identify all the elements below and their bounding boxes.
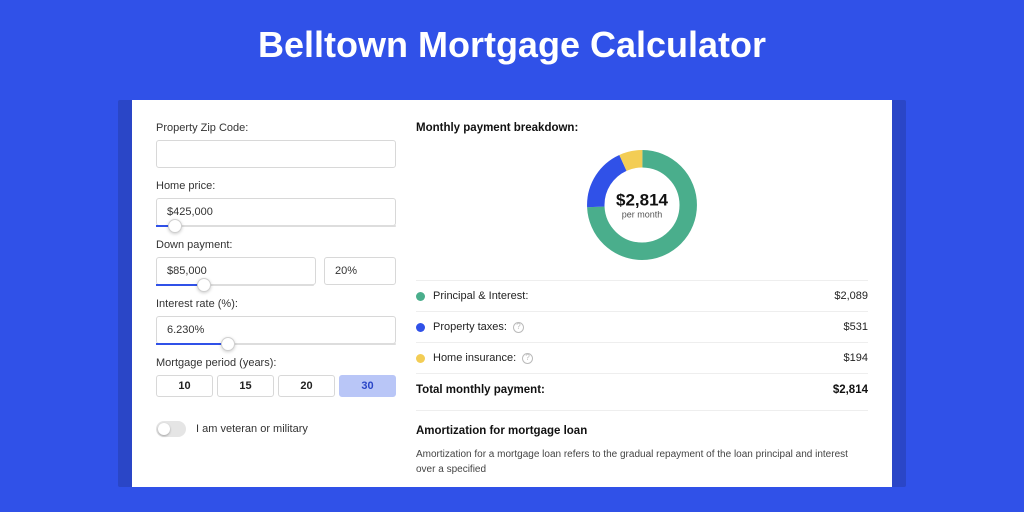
down-payment-field: Down payment:	[156, 239, 396, 286]
down-payment-pct-input[interactable]	[324, 257, 396, 285]
legend-text: Home insurance:	[433, 352, 516, 364]
legend-row-pi: Principal & Interest: $2,089	[416, 281, 868, 311]
home-price-label: Home price:	[156, 180, 396, 192]
donut-sub: per month	[616, 210, 668, 220]
interest-rate-field: Interest rate (%):	[156, 298, 396, 345]
home-price-input[interactable]	[156, 198, 396, 226]
info-icon[interactable]: ?	[522, 353, 533, 364]
dot-icon	[416, 292, 425, 301]
legend-row-tax: Property taxes: ? $531	[416, 312, 868, 342]
breakdown-heading: Monthly payment breakdown:	[416, 122, 868, 134]
period-option-15[interactable]: 15	[217, 375, 274, 397]
veteran-row: I am veteran or military	[156, 421, 396, 437]
total-row: Total monthly payment: $2,814	[416, 373, 868, 410]
legend-label-pi: Principal & Interest:	[433, 290, 834, 302]
interest-label: Interest rate (%):	[156, 298, 396, 310]
legend-value-pi: $2,089	[834, 290, 868, 302]
home-price-field: Home price:	[156, 180, 396, 227]
period-button-group: 10 15 20 30	[156, 375, 396, 397]
legend-text: Property taxes:	[433, 321, 507, 333]
legend-value-ins: $194	[844, 352, 868, 364]
interest-input[interactable]	[156, 316, 396, 344]
dot-icon	[416, 323, 425, 332]
dot-icon	[416, 354, 425, 363]
calculator-card: Property Zip Code: Home price: Down paym…	[132, 100, 892, 487]
period-option-20[interactable]: 20	[278, 375, 335, 397]
zip-field: Property Zip Code:	[156, 122, 396, 168]
legend-text: Principal & Interest:	[433, 290, 528, 302]
donut-chart: $2,814 per month	[581, 144, 703, 266]
slider-thumb-icon[interactable]	[197, 278, 211, 292]
info-icon[interactable]: ?	[513, 322, 524, 333]
legend-label-tax: Property taxes: ?	[433, 321, 844, 333]
down-payment-amount-input[interactable]	[156, 257, 316, 285]
amortization-text: Amortization for a mortgage loan refers …	[416, 447, 868, 477]
total-label: Total monthly payment:	[416, 384, 833, 396]
form-column: Property Zip Code: Home price: Down paym…	[156, 122, 396, 477]
period-label: Mortgage period (years):	[156, 357, 396, 369]
slider-thumb-icon[interactable]	[221, 337, 235, 351]
zip-input[interactable]	[156, 140, 396, 168]
slider-thumb-icon[interactable]	[168, 219, 182, 233]
down-payment-slider[interactable]	[156, 284, 314, 286]
total-value: $2,814	[833, 384, 868, 396]
card-backdrop: Property Zip Code: Home price: Down paym…	[118, 100, 906, 487]
down-payment-label: Down payment:	[156, 239, 396, 251]
donut-center: $2,814 per month	[616, 191, 668, 220]
veteran-toggle[interactable]	[156, 421, 186, 437]
interest-slider[interactable]	[156, 343, 396, 345]
legend-label-ins: Home insurance: ?	[433, 352, 844, 364]
amortization-heading: Amortization for mortgage loan	[416, 425, 868, 437]
donut-amount: $2,814	[616, 191, 668, 211]
legend-value-tax: $531	[844, 321, 868, 333]
donut-chart-wrap: $2,814 per month	[416, 144, 868, 266]
zip-label: Property Zip Code:	[156, 122, 396, 134]
breakdown-column: Monthly payment breakdown: $2,814 per mo…	[416, 122, 868, 477]
page-title: Belltown Mortgage Calculator	[0, 0, 1024, 86]
period-option-10[interactable]: 10	[156, 375, 213, 397]
legend-row-ins: Home insurance: ? $194	[416, 343, 868, 373]
toggle-knob-icon	[158, 423, 170, 435]
period-field: Mortgage period (years): 10 15 20 30	[156, 357, 396, 397]
amortization-section: Amortization for mortgage loan Amortizat…	[416, 410, 868, 477]
veteran-label: I am veteran or military	[196, 423, 308, 435]
period-option-30[interactable]: 30	[339, 375, 396, 397]
home-price-slider[interactable]	[156, 225, 396, 227]
